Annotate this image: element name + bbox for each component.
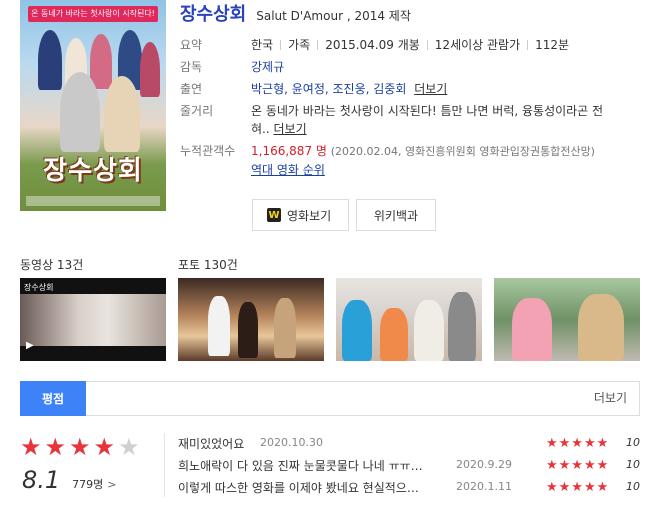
review-stars: ★★★★★ bbox=[546, 480, 610, 495]
director-label: 감독 bbox=[180, 60, 203, 74]
plot-label: 줄거리 bbox=[180, 104, 214, 118]
video-frame bbox=[20, 294, 166, 346]
star-icon: ★ bbox=[20, 433, 42, 461]
movie-poster[interactable]: 온 동네가 바라는 첫사랑이 시작된다! 장수상회 bbox=[20, 0, 166, 211]
poster-figure bbox=[38, 30, 62, 90]
plot-text-line1: 온 동네가 바라는 첫사랑이 시작된다! 틈만 나면 버럭, 융통성이라곤 전 bbox=[251, 104, 604, 118]
tab-rating[interactable]: 평점 bbox=[20, 381, 86, 416]
photo-figure bbox=[342, 300, 372, 361]
genre: 가족 bbox=[288, 38, 311, 52]
review-item[interactable]: 이렇게 따스한 영화를 이제야 봤네요 현실적으… 2020.1.11 ★★★★… bbox=[178, 479, 640, 499]
review-date: 2020.9.29 bbox=[456, 458, 512, 471]
photo-section-label[interactable]: 포토 130건 bbox=[178, 256, 238, 273]
video-thumbnail[interactable]: 장수상회 ▶ bbox=[20, 278, 166, 361]
runtime: 112분 bbox=[535, 38, 570, 52]
star-icon: ★ bbox=[69, 433, 91, 461]
photo-thumbnail[interactable] bbox=[336, 278, 482, 361]
plot-text-line2: 혀.. bbox=[251, 122, 270, 136]
review-text: 이렇게 따스한 영화를 이제야 봤네요 현실적으… bbox=[178, 481, 419, 495]
director-row: 감독 강제규 bbox=[180, 58, 650, 76]
watch-movie-button[interactable]: W 영화보기 bbox=[252, 199, 349, 231]
poster-figure bbox=[140, 42, 160, 97]
plot-row: 줄거리 온 동네가 바라는 첫사랑이 시작된다! 틈만 나면 버럭, 융통성이라… bbox=[180, 102, 650, 138]
summary-value: 한국 가족 2015.04.09 개봉 12세이상 관람가 112분 bbox=[251, 36, 650, 54]
age-rating: 12세이상 관람가 bbox=[434, 38, 521, 52]
watch-movie-label: 영화보기 bbox=[287, 208, 332, 223]
review-date: 2020.1.11 bbox=[456, 480, 512, 493]
cast-label: 출연 bbox=[180, 82, 203, 96]
review-stars: ★★★★★ bbox=[546, 436, 610, 451]
rating-header: 평점 더보기 bbox=[20, 381, 640, 416]
star-icon: ★ bbox=[93, 433, 116, 461]
review-date: 2020.10.30 bbox=[260, 436, 323, 449]
review-score: 10 bbox=[626, 480, 640, 493]
photo-figure bbox=[578, 294, 624, 361]
cast-value: 박근형, 윤여정, 조진웅, 김중회 더보기 bbox=[251, 80, 650, 98]
summary-row: 요약 한국 가족 2015.04.09 개봉 12세이상 관람가 112분 bbox=[180, 36, 650, 54]
country: 한국 bbox=[251, 38, 274, 52]
movie-subtitle: Salut D'Amour , 2014 제작 bbox=[256, 9, 411, 23]
audience-source: (2020.02.04, 영화진흥위원회 영화관입장권통합전산망) bbox=[330, 145, 595, 158]
star-icon: ★ bbox=[44, 433, 67, 461]
video-thumb-title: 장수상회 bbox=[24, 283, 54, 292]
summary-label: 요약 bbox=[180, 38, 203, 52]
photo-figure bbox=[274, 298, 296, 358]
average-score: 8.1 bbox=[22, 466, 61, 494]
movie-title[interactable]: 장수상회 bbox=[180, 0, 246, 26]
review-item[interactable]: 재미있었어요 2020.10.30 ★★★★★ 10 bbox=[178, 435, 640, 455]
poster-figure bbox=[90, 34, 112, 89]
play-icon: ▶ bbox=[26, 340, 34, 351]
poster-figure bbox=[60, 72, 100, 152]
review-stars: ★★★★★ bbox=[546, 458, 610, 473]
watcha-icon: W bbox=[267, 208, 281, 222]
audience-value: 1,166,887 명 (2020.02.04, 영화진흥위원회 영화관입장권통… bbox=[251, 142, 650, 179]
plot-more-link[interactable]: 더보기 bbox=[274, 122, 307, 136]
poster-figure bbox=[104, 76, 140, 152]
audience-label: 누적관객수 bbox=[180, 144, 236, 158]
review-text: 재미있었어요 bbox=[178, 437, 245, 451]
release-date: 2015.04.09 개봉 bbox=[325, 38, 420, 52]
cast-list[interactable]: 박근형, 윤여정, 조진웅, 김중회 bbox=[251, 82, 406, 96]
poster-tagline: 온 동네가 바라는 첫사랑이 시작된다! bbox=[28, 6, 158, 22]
action-buttons: W 영화보기 위키백과 bbox=[252, 199, 436, 231]
photo-figure bbox=[414, 300, 444, 361]
wikipedia-label: 위키백과 bbox=[373, 208, 419, 223]
divider bbox=[164, 433, 165, 497]
photo-thumbnail[interactable] bbox=[178, 278, 324, 361]
score-row: 8.1 779명 > bbox=[22, 466, 117, 494]
star-icon: ★ bbox=[118, 433, 140, 461]
poster-title: 장수상회 bbox=[43, 156, 143, 186]
rating-more-link[interactable]: 더보기 bbox=[594, 382, 627, 415]
photo-thumbnail[interactable] bbox=[494, 278, 640, 361]
plot-value: 온 동네가 바라는 첫사랑이 시작된다! 틈만 나면 버럭, 융통성이라곤 전 … bbox=[251, 102, 650, 138]
photo-figure bbox=[380, 308, 408, 361]
average-star-rating: ★ ★ ★ ★ ★ bbox=[20, 435, 140, 459]
photo-figure bbox=[512, 298, 552, 361]
audience-row: 누적관객수 1,166,887 명 (2020.02.04, 영화진흥위원회 영… bbox=[180, 142, 650, 179]
wikipedia-button[interactable]: 위키백과 bbox=[356, 199, 436, 231]
video-section-label[interactable]: 동영상 13건 bbox=[20, 256, 83, 273]
review-text: 희노애락이 다 있음 진짜 눈물콧물다 나네 ㅠㅠ… bbox=[178, 459, 423, 473]
review-score: 10 bbox=[626, 436, 640, 449]
review-item[interactable]: 희노애락이 다 있음 진짜 눈물콧물다 나네 ㅠㅠ… 2020.9.29 ★★★… bbox=[178, 457, 640, 477]
audience-count: 1,166,887 명 bbox=[251, 144, 327, 158]
rating-count[interactable]: 779명 bbox=[72, 476, 103, 492]
photo-figure bbox=[208, 296, 230, 356]
chevron-right-icon[interactable]: > bbox=[107, 478, 116, 491]
director-link[interactable]: 강제규 bbox=[251, 58, 650, 76]
cast-row: 출연 박근형, 윤여정, 조진웅, 김중회 더보기 bbox=[180, 80, 650, 98]
title-row: 장수상회 Salut D'Amour , 2014 제작 bbox=[180, 0, 411, 26]
ranking-link[interactable]: 역대 영화 순위 bbox=[251, 163, 325, 177]
cast-more-link[interactable]: 더보기 bbox=[414, 82, 447, 96]
poster-credits bbox=[26, 196, 160, 206]
review-score: 10 bbox=[626, 458, 640, 471]
photo-figure bbox=[238, 302, 258, 358]
info-table: 요약 한국 가족 2015.04.09 개봉 12세이상 관람가 112분 감독 강제규… bbox=[180, 36, 650, 183]
photo-figure bbox=[448, 292, 476, 361]
